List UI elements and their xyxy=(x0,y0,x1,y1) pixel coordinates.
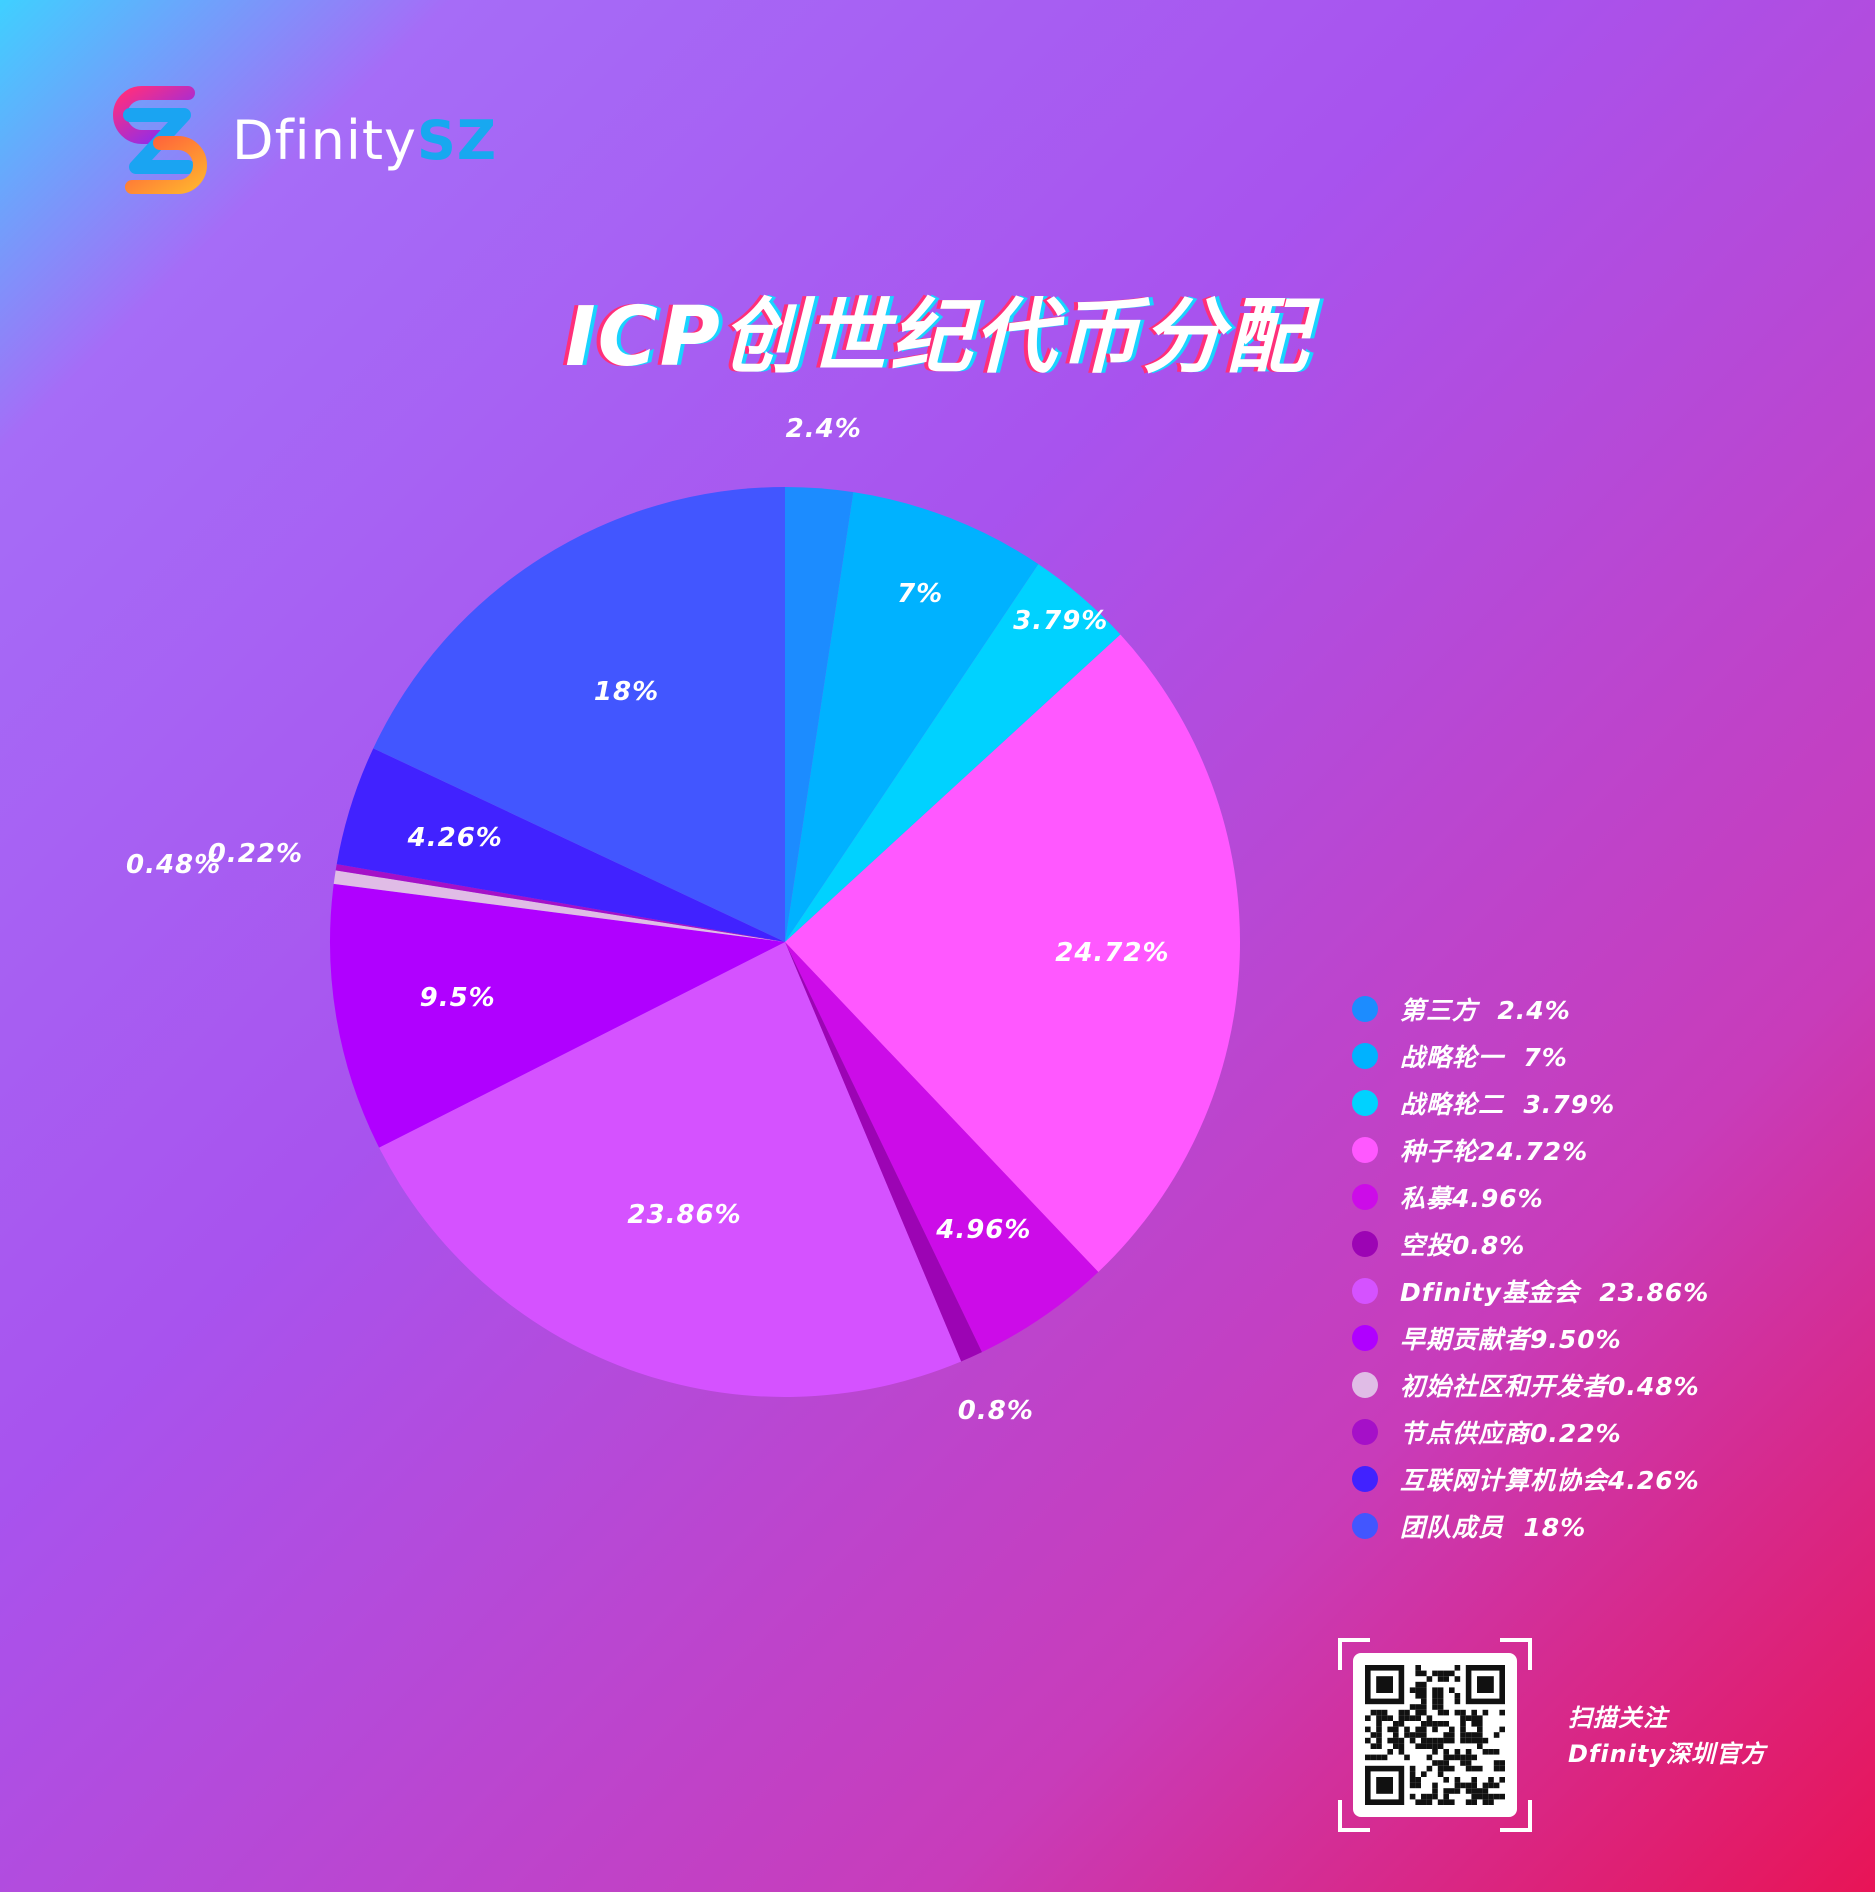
slice-label-4: 4.96% xyxy=(936,1215,1032,1246)
legend-item: 第三方 2.4% xyxy=(1352,985,1709,1032)
slice-label-3: 24.72% xyxy=(1055,938,1170,969)
legend-swatch-icon xyxy=(1352,1136,1378,1163)
slice-label-9: 0.22% xyxy=(207,838,303,869)
legend-label: 早期贡献者9.50% xyxy=(1400,1324,1622,1354)
slice-label-10: 4.26% xyxy=(407,822,503,853)
legend-label: Dfinity基金会 23.86% xyxy=(1400,1277,1710,1307)
slice-label-6: 23.86% xyxy=(627,1200,742,1231)
legend-label: 战略轮一 7% xyxy=(1400,1042,1568,1072)
qr-caption-line2: Dfinity深圳官方 xyxy=(1568,1740,1767,1768)
qr-caption-line1: 扫描关注 xyxy=(1568,1704,1668,1732)
pie-chart xyxy=(330,487,1240,1397)
legend-item: 私募4.96% xyxy=(1352,1173,1709,1220)
legend-label: 空投0.8% xyxy=(1400,1230,1526,1260)
legend-item: 战略轮一 7% xyxy=(1352,1032,1709,1079)
legend-item: Dfinity基金会 23.86% xyxy=(1352,1267,1709,1314)
slice-label-2: 3.79% xyxy=(1013,606,1109,637)
qr-code-frame xyxy=(1338,1638,1532,1832)
slice-label-5: 0.8% xyxy=(957,1395,1034,1426)
legend-swatch-icon xyxy=(1352,1324,1378,1351)
legend-swatch-icon xyxy=(1352,1512,1378,1539)
legend-item: 互联网计算机协会4.26% xyxy=(1352,1455,1709,1502)
legend-swatch-icon xyxy=(1352,1465,1378,1492)
legend-label: 团队成员 18% xyxy=(1400,1512,1587,1542)
legend-swatch-icon xyxy=(1352,1089,1378,1116)
qr-caption: 扫描关注 Dfinity深圳官方 xyxy=(1568,1700,1766,1772)
qr-code xyxy=(1353,1653,1517,1817)
legend-item: 战略轮二 3.79% xyxy=(1352,1079,1709,1126)
legend-label: 种子轮24.72% xyxy=(1400,1136,1589,1166)
legend-item: 团队成员 18% xyxy=(1352,1502,1709,1549)
legend-swatch-icon xyxy=(1352,1042,1378,1069)
qr-code-icon xyxy=(1365,1665,1505,1805)
legend-swatch-icon xyxy=(1352,995,1378,1022)
slice-label-1: 7% xyxy=(897,579,944,610)
legend-item: 空投0.8% xyxy=(1352,1220,1709,1267)
legend-label: 私募4.96% xyxy=(1400,1183,1544,1213)
legend-item: 节点供应商0.22% xyxy=(1352,1408,1709,1455)
legend-label: 第三方 2.4% xyxy=(1400,995,1571,1025)
legend-swatch-icon xyxy=(1352,1418,1378,1445)
legend-swatch-icon xyxy=(1352,1230,1378,1257)
legend-swatch-icon xyxy=(1352,1183,1378,1210)
legend-label: 初始社区和开发者0.48% xyxy=(1400,1371,1700,1401)
chart-legend: 第三方 2.4% 战略轮一 7% 战略轮二 3.79% 种子轮24.72% 私募4.96… xyxy=(1352,985,1709,1549)
legend-item: 种子轮24.72% xyxy=(1352,1126,1709,1173)
legend-swatch-icon xyxy=(1352,1277,1378,1304)
legend-item: 初始社区和开发者0.48% xyxy=(1352,1361,1709,1408)
legend-swatch-icon xyxy=(1352,1371,1378,1398)
legend-item: 早期贡献者9.50% xyxy=(1352,1314,1709,1361)
legend-label: 节点供应商0.22% xyxy=(1400,1418,1622,1448)
legend-label: 战略轮二 3.79% xyxy=(1400,1089,1616,1119)
slice-label-7: 9.5% xyxy=(419,983,496,1014)
slice-label-11: 18% xyxy=(593,677,660,708)
slice-label-0: 2.4% xyxy=(785,414,862,445)
legend-label: 互联网计算机协会4.26% xyxy=(1400,1465,1700,1495)
